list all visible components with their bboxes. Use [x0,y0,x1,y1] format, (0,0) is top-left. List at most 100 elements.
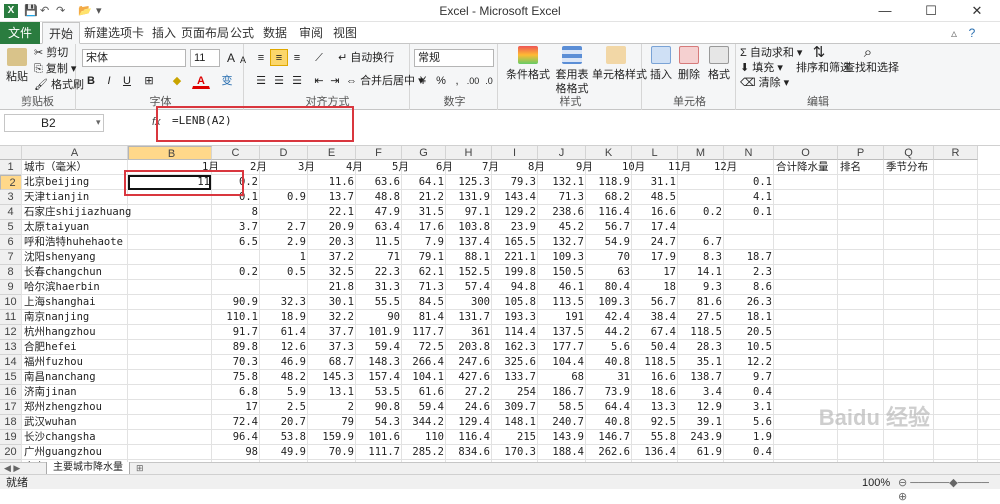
align-bottom-icon[interactable]: ≡ [288,49,306,66]
table-cell[interactable]: 71.3 [540,190,584,205]
delete-cells-button[interactable]: 删除 [676,46,702,82]
help-icon[interactable]: ? [964,22,980,44]
table-cell[interactable]: 5.9 [262,385,306,400]
table-cell[interactable]: 天津tianjin [24,190,126,205]
table-cell[interactable]: 71.3 [404,280,444,295]
table-cell[interactable]: 11.5 [358,235,400,250]
table-cell[interactable]: 361 [448,325,490,340]
table-cell[interactable]: 20.5 [726,325,772,340]
table-cell[interactable]: 56.7 [588,220,630,235]
table-cell[interactable]: 0.9 [262,190,306,205]
header-cell[interactable]: 合计降水量 [776,160,836,175]
column-header-f[interactable]: F [356,146,402,160]
table-cell[interactable]: 131.9 [448,190,490,205]
table-cell[interactable]: 145.3 [310,370,354,385]
table-cell[interactable]: 12.6 [262,340,306,355]
table-cell[interactable]: 13.7 [310,190,354,205]
table-cell[interactable]: 325.6 [494,355,536,370]
table-cell[interactable]: 72.4 [214,415,258,430]
table-cell[interactable]: 150.5 [540,265,584,280]
table-cell[interactable]: 68.2 [588,190,630,205]
header-cell[interactable]: 11月 [668,160,710,175]
table-cell[interactable]: 上海shanghai [24,295,126,310]
sheet-nav-arrows-icon[interactable]: ◀ ▶ [4,463,20,474]
table-cell[interactable]: 132.1 [540,175,584,190]
format-as-table-button[interactable]: 套用表格格式 [552,46,592,96]
align-left-icon[interactable]: ☰ [252,72,270,89]
table-cell[interactable]: 0.4 [726,445,772,460]
table-cell[interactable]: 285.2 [404,445,444,460]
table-cell[interactable]: 0.2 [214,265,258,280]
row-header[interactable]: 3 [0,190,22,205]
insert-cells-button[interactable]: 插入 [648,46,674,82]
table-cell[interactable]: 114.4 [494,325,536,340]
number-format-select[interactable]: 常规 [414,49,494,67]
table-cell[interactable]: 90.9 [214,295,258,310]
table-cell[interactable]: 13.3 [634,400,676,415]
table-cell[interactable]: 61.9 [680,445,722,460]
zoom-slider[interactable]: ⊖ ─────◆──── ⊕ [898,476,1000,504]
table-cell[interactable]: 148.1 [494,415,536,430]
table-cell[interactable]: 2.7 [262,220,306,235]
table-cell[interactable]: 101.6 [358,430,400,445]
table-cell[interactable]: 40.8 [588,415,630,430]
table-cell[interactable]: 2.5 [262,400,306,415]
format-cells-button[interactable]: 格式 [706,46,732,82]
table-cell[interactable]: 18.7 [726,250,772,265]
table-cell[interactable]: 89.8 [214,340,258,355]
table-cell[interactable]: 37.2 [310,250,354,265]
table-cell[interactable]: 118.5 [680,325,722,340]
column-header-m[interactable]: M [678,146,724,160]
table-cell[interactable]: 28.3 [680,340,722,355]
table-cell[interactable]: 98 [214,445,258,460]
table-cell[interactable]: 90 [358,310,400,325]
row-header[interactable]: 13 [0,340,22,355]
table-cell[interactable]: 22.1 [310,205,354,220]
table-cell[interactable]: 31.5 [404,205,444,220]
table-cell[interactable]: 63 [588,265,630,280]
table-cell[interactable]: 240.7 [540,415,584,430]
conditional-format-button[interactable]: 条件格式 [506,46,550,82]
decrease-decimal-button[interactable]: .0 [480,72,498,89]
table-cell[interactable]: 59.4 [404,400,444,415]
table-cell[interactable]: 16.6 [634,205,676,220]
row-header[interactable]: 12 [0,325,22,340]
table-cell[interactable]: 104.4 [540,355,584,370]
column-header-i[interactable]: I [492,146,538,160]
align-right-icon[interactable]: ☰ [288,72,306,89]
table-cell[interactable]: 92.5 [634,415,676,430]
table-cell[interactable]: 2.3 [726,265,772,280]
header-cell[interactable]: 3月 [298,160,342,175]
table-cell[interactable]: 109.3 [540,250,584,265]
table-cell[interactable]: 49.9 [262,445,306,460]
table-cell[interactable]: 46.1 [540,280,584,295]
table-cell[interactable]: 48.8 [358,190,400,205]
header-cell[interactable]: 城市（毫米） [24,160,126,175]
table-cell[interactable]: 254 [494,385,536,400]
header-cell[interactable]: 10月 [622,160,664,175]
column-header-g[interactable]: G [402,146,446,160]
table-cell[interactable]: 南昌nanchang [24,370,126,385]
table-cell[interactable]: 143.9 [540,430,584,445]
table-cell[interactable]: 117.7 [404,325,444,340]
align-top-icon[interactable]: ≡ [252,49,270,66]
table-cell[interactable]: 37.3 [310,340,354,355]
table-cell[interactable]: 20.9 [310,220,354,235]
header-cell[interactable]: 8月 [528,160,572,175]
minimize-icon[interactable]: — [862,0,908,22]
table-cell[interactable]: 27.2 [448,385,490,400]
table-cell[interactable]: 8.3 [680,250,722,265]
table-cell[interactable]: 54.9 [588,235,630,250]
table-cell[interactable]: 64.1 [404,175,444,190]
table-cell[interactable]: 45.2 [540,220,584,235]
table-cell[interactable]: 54.3 [358,415,400,430]
column-header-r[interactable]: R [934,146,978,160]
row-header[interactable]: 8 [0,265,22,280]
tab-file[interactable]: 文件 [0,22,40,44]
table-cell[interactable]: 武汉wuhan [24,415,126,430]
row-header[interactable]: 7 [0,250,22,265]
table-cell[interactable]: 7.9 [404,235,444,250]
table-cell[interactable]: 0.1 [726,205,772,220]
table-cell[interactable]: 203.8 [448,340,490,355]
table-cell[interactable]: 22.3 [358,265,400,280]
